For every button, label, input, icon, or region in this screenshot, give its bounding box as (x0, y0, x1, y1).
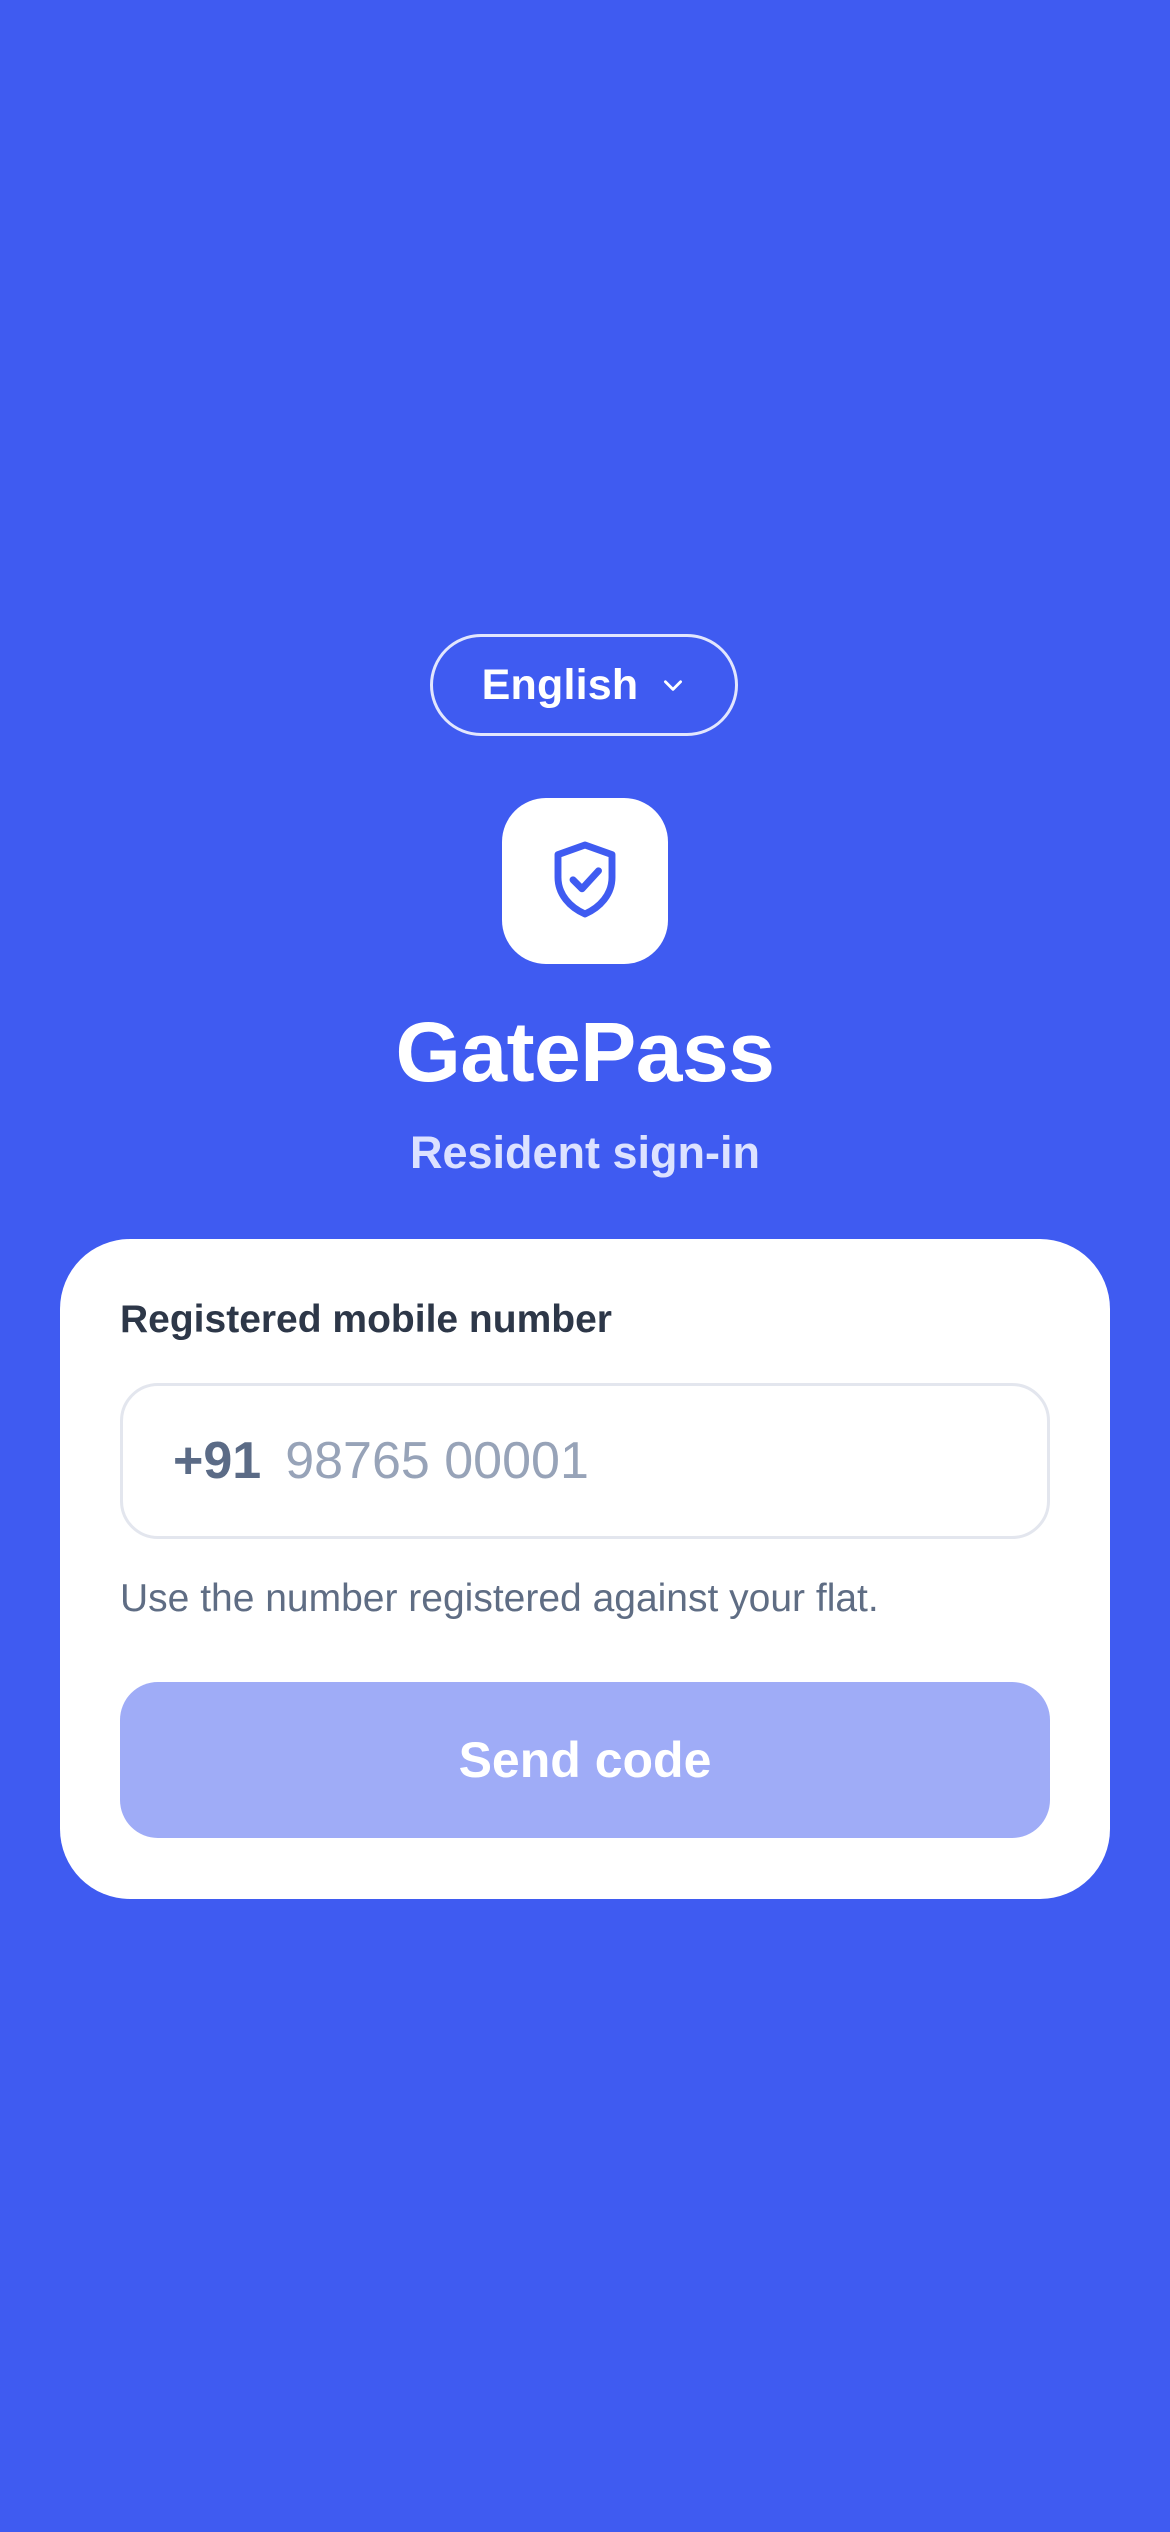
chevron-down-icon (660, 672, 686, 698)
app-logo (502, 798, 668, 964)
shield-check-icon (549, 839, 621, 923)
send-code-button[interactable]: Send code (120, 1682, 1050, 1838)
app-title: GatePass (395, 1005, 775, 1099)
sign-in-card: Registered mobile number +91 Use the num… (60, 1239, 1110, 1899)
language-label: English (481, 660, 639, 709)
phone-number-input[interactable] (285, 1431, 926, 1491)
app-subtitle: Resident sign-in (409, 1127, 761, 1178)
country-code: +91 (173, 1432, 262, 1490)
phone-field[interactable]: +91 (120, 1383, 1050, 1539)
phone-field-label: Registered mobile number (120, 1298, 612, 1341)
language-selector[interactable]: English (430, 634, 738, 736)
phone-helper-text: Use the number registered against your f… (120, 1577, 879, 1620)
